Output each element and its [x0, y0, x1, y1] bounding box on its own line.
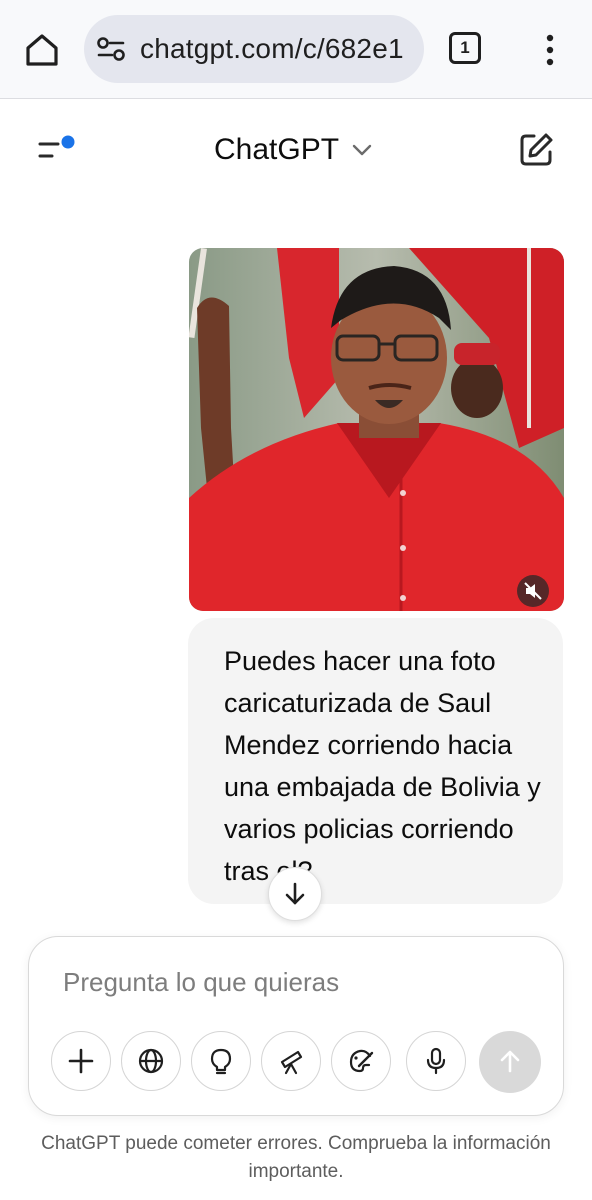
tab-count: 1: [460, 38, 470, 57]
tabs-icon[interactable]: 1: [449, 32, 481, 64]
address-bar[interactable]: chatgpt.com/c/682e1: [84, 15, 424, 83]
prompt-input[interactable]: Pregunta lo que quieras: [63, 967, 339, 998]
composer: Pregunta lo que quieras: [28, 936, 564, 1116]
disclaimer-text: ChatGPT puede cometer errores. Comprueba…: [41, 1133, 551, 1182]
url-text[interactable]: chatgpt.com/c/682e1: [140, 33, 404, 65]
site-settings-icon[interactable]: [96, 35, 126, 63]
microphone-icon[interactable]: [406, 1031, 466, 1091]
sidebar-menu-icon[interactable]: [36, 132, 82, 168]
scroll-down-button[interactable]: [268, 867, 322, 921]
user-message-bubble: Puedes hacer una foto caricaturizada de …: [188, 618, 563, 904]
volume-off-icon[interactable]: [517, 575, 549, 607]
browser-toolbar: chatgpt.com/c/682e1 1: [0, 0, 592, 99]
send-button[interactable]: [479, 1031, 541, 1093]
more-vert-icon[interactable]: [538, 32, 562, 68]
paint-icon[interactable]: [331, 1031, 391, 1091]
photo-illustration: [189, 248, 564, 611]
telescope-icon[interactable]: [261, 1031, 321, 1091]
globe-icon[interactable]: [121, 1031, 181, 1091]
page-title: ChatGPT: [214, 133, 340, 166]
user-message-text: Puedes hacer una foto caricaturizada de …: [224, 646, 541, 886]
model-selector[interactable]: ChatGPT: [214, 132, 373, 168]
send-arrow-icon: [497, 1049, 523, 1075]
arrow-down-icon: [283, 881, 307, 907]
new-chat-icon[interactable]: [516, 130, 556, 170]
attached-photo[interactable]: [189, 248, 564, 611]
chevron-down-icon: [351, 143, 373, 157]
notification-dot: [61, 135, 75, 149]
home-icon[interactable]: [22, 30, 62, 70]
plus-icon[interactable]: [51, 1031, 111, 1091]
lightbulb-icon[interactable]: [191, 1031, 251, 1091]
